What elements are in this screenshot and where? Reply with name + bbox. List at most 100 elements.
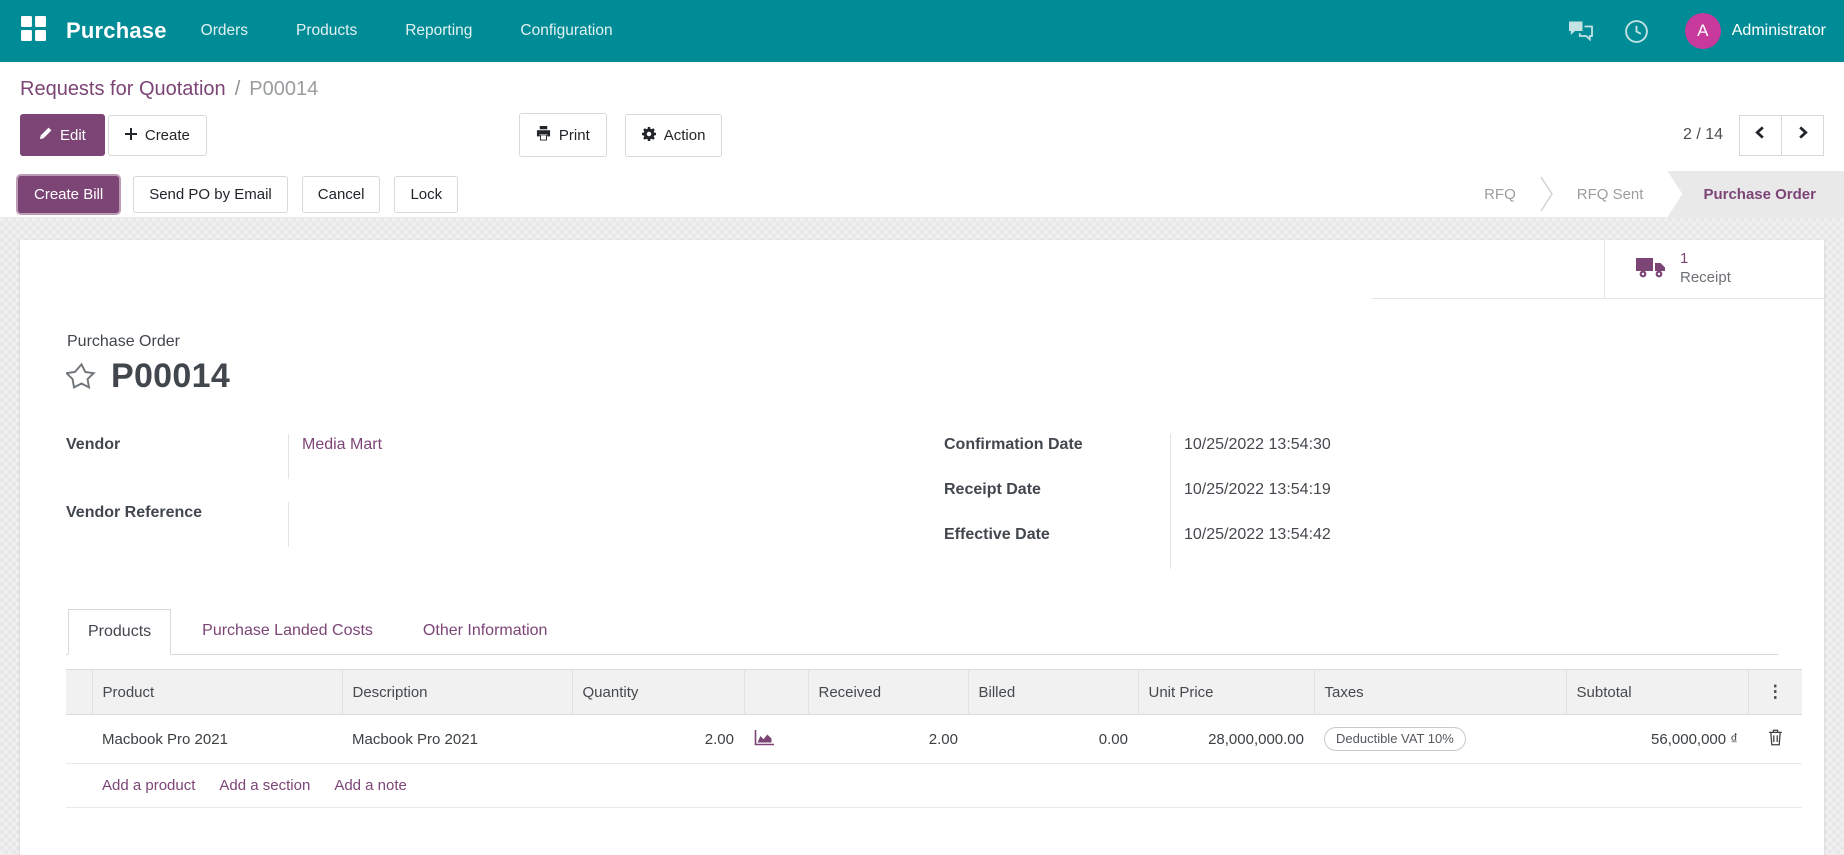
apps-menu-button[interactable] — [16, 14, 50, 48]
breadcrumb-parent-link[interactable]: Requests for Quotation — [20, 78, 226, 101]
printer-icon — [536, 126, 551, 144]
menu-configuration[interactable]: Configuration — [520, 22, 612, 40]
tab-purchase-landed-costs[interactable]: Purchase Landed Costs — [183, 609, 392, 655]
lock-button[interactable]: Lock — [394, 175, 459, 213]
description-cell[interactable]: Macbook Pro 2021 — [342, 714, 572, 764]
status-step-rfq-sent[interactable]: RFQ Sent — [1553, 171, 1668, 217]
add-a-section-link[interactable]: Add a section — [219, 777, 310, 794]
unit-price-column-header[interactable]: Unit Price — [1137, 669, 1314, 715]
document-type-label: Purchase Order — [67, 333, 180, 350]
field-grid: Vendor Media Mart Vendor Reference Confi… — [66, 434, 1778, 569]
delete-line-button[interactable] — [1748, 714, 1802, 764]
order-lines-table: Product Description Quantity Received Bi… — [66, 669, 1802, 808]
status-step-rfq[interactable]: RFQ — [1460, 171, 1540, 217]
vendor-value-link[interactable]: Media Mart — [288, 434, 706, 479]
handle-column-header — [66, 669, 92, 715]
forecast-column-header — [743, 669, 808, 715]
received-column-header[interactable]: Received — [807, 669, 968, 715]
user-menu[interactable]: A Administrator — [1684, 13, 1826, 49]
avatar[interactable]: A — [1684, 13, 1721, 49]
breadcrumb: Requests for Quotation / P00014 — [0, 62, 1844, 101]
gear-icon — [641, 126, 656, 144]
send-po-by-email-button[interactable]: Send PO by Email — [133, 175, 288, 213]
receipt-date-value[interactable]: 10/25/2022 13:54:19 — [1170, 479, 1778, 524]
effective-date-value[interactable]: 10/25/2022 13:54:42 — [1170, 524, 1778, 569]
product-cell[interactable]: Macbook Pro 2021 — [92, 714, 342, 764]
top-navbar: Purchase Orders Products Reporting Confi… — [0, 0, 1844, 62]
optional-columns-toggle[interactable]: ⋮ — [1747, 669, 1802, 715]
truck-icon — [1635, 255, 1667, 284]
vendor-label: Vendor — [66, 436, 121, 453]
odoo-purchase-app: Purchase Orders Products Reporting Confi… — [0, 0, 1844, 855]
apps-grid-icon — [20, 15, 47, 47]
menu-reporting[interactable]: Reporting — [405, 22, 472, 40]
cancel-button[interactable]: Cancel — [301, 175, 381, 213]
status-bar: Create Bill Send PO by Email Cancel Lock… — [0, 171, 1844, 218]
table-header-row: Product Description Quantity Received Bi… — [66, 669, 1802, 715]
username-label: Administrator — [1731, 22, 1826, 39]
breadcrumb-current: P00014 — [249, 78, 319, 100]
pager-previous-button[interactable] — [1739, 114, 1782, 156]
quantity-cell[interactable]: 2.00 — [572, 714, 744, 764]
smart-button-box: 1 Receipt — [20, 240, 1824, 299]
menu-orders[interactable]: Orders — [201, 22, 248, 40]
taxes-column-header[interactable]: Taxes — [1313, 669, 1566, 715]
print-button[interactable]: Print — [518, 113, 607, 157]
tax-badge[interactable]: Deductible VAT 10% — [1324, 727, 1466, 751]
tab-other-information[interactable]: Other Information — [404, 609, 567, 655]
favorite-star-icon[interactable] — [66, 361, 97, 392]
vendor-reference-label: Vendor Reference — [66, 503, 203, 521]
product-column-header[interactable]: Product — [91, 669, 342, 715]
page-background: 1 Receipt Purchase Order P00014 Vendor M… — [0, 218, 1844, 855]
subtotal-cell: 56,000,000 ₫ — [1566, 714, 1748, 764]
forecast-chart-icon[interactable] — [754, 729, 775, 750]
add-a-note-link[interactable]: Add a note — [334, 777, 407, 794]
taxes-cell[interactable]: Deductible VAT 10% — [1314, 714, 1566, 764]
table-row[interactable]: Macbook Pro 2021 Macbook Pro 2021 2.00 2… — [66, 714, 1802, 764]
billed-column-header[interactable]: Billed — [967, 669, 1138, 715]
chevron-right-icon — [1796, 125, 1809, 145]
received-cell[interactable]: 2.00 — [808, 714, 968, 764]
receipt-date-label: Receipt Date — [944, 481, 1041, 498]
receipt-count: 1 — [1680, 250, 1689, 268]
confirmation-date-label: Confirmation Date — [944, 436, 1083, 453]
pager-next-button[interactable] — [1781, 114, 1824, 156]
pencil-icon — [39, 127, 52, 143]
trash-icon — [1768, 729, 1783, 750]
app-brand-title[interactable]: Purchase — [66, 18, 167, 44]
add-a-product-link[interactable]: Add a product — [102, 777, 195, 794]
form-sheet: Purchase Order P00014 Vendor Media Mart … — [20, 299, 1824, 808]
billed-cell[interactable]: 0.00 — [968, 714, 1138, 764]
subtotal-column-header[interactable]: Subtotal — [1565, 669, 1748, 715]
receipt-label: Receipt — [1680, 269, 1731, 286]
tab-bar: Products Purchase Landed Costs Other Inf… — [66, 609, 1778, 655]
status-pipeline: RFQ RFQ Sent Purchase Order — [1460, 171, 1844, 217]
plus-icon — [124, 127, 137, 143]
create-bill-button[interactable]: Create Bill — [18, 175, 120, 213]
confirmation-date-value[interactable]: 10/25/2022 13:54:30 — [1170, 434, 1778, 479]
menu-products[interactable]: Products — [296, 22, 357, 40]
vendor-reference-value[interactable] — [288, 501, 706, 547]
unit-price-cell[interactable]: 28,000,000.00 — [1138, 714, 1314, 764]
step-chevron-icon — [1540, 171, 1553, 217]
create-button[interactable]: Create — [107, 114, 207, 156]
edit-button[interactable]: Edit — [20, 114, 105, 156]
quantity-column-header[interactable]: Quantity — [571, 669, 744, 715]
receipt-smart-button[interactable]: 1 Receipt — [1604, 240, 1824, 298]
form-card: 1 Receipt Purchase Order P00014 Vendor M… — [20, 240, 1824, 855]
chevron-left-icon — [1754, 125, 1767, 145]
control-panel: Edit Create Print Action 2 / 14 — [0, 101, 1844, 171]
action-button[interactable]: Action — [624, 113, 723, 157]
description-column-header[interactable]: Description — [341, 669, 572, 715]
breadcrumb-separator: / — [234, 78, 241, 100]
top-menu: Orders Products Reporting Configuration — [201, 22, 613, 40]
tab-products[interactable]: Products — [68, 609, 172, 655]
record-pager: 2 / 14 — [1683, 114, 1824, 156]
messages-icon[interactable] — [1567, 20, 1594, 43]
status-step-purchase-order[interactable]: Purchase Order — [1667, 171, 1844, 217]
activities-clock-icon[interactable] — [1624, 19, 1649, 44]
page-title: P00014 — [111, 357, 231, 395]
effective-date-label: Effective Date — [944, 526, 1050, 543]
row-handle-cell — [66, 714, 92, 764]
forecast-cell[interactable] — [744, 714, 808, 764]
